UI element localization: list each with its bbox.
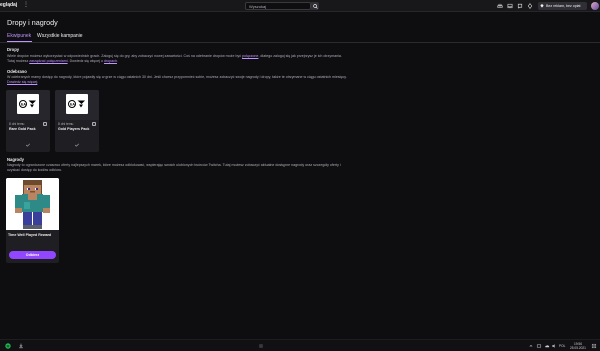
- svg-text:EA: EA: [70, 103, 75, 107]
- search-button[interactable]: [311, 2, 319, 10]
- ea-fifa-logo-icon: EA: [68, 100, 85, 108]
- checkmark-icon: [74, 143, 80, 147]
- received-description: W odebranych mamy dostęp do nagrody, któ…: [7, 75, 347, 85]
- minecraft-skin-image: [6, 178, 59, 230]
- reward-card: Time Well Played Reward Odbierz: [6, 178, 59, 263]
- language-indicator[interactable]: POL: [559, 344, 565, 348]
- system-clock[interactable]: 19:56 25.05.2021: [570, 342, 586, 350]
- drops-description: Wiele dropów możesz wykorzystać w odpowi…: [7, 54, 342, 64]
- drop-thumbnail: EA: [55, 90, 99, 120]
- drops-info-link[interactable]: dropach: [104, 59, 117, 63]
- game-logo: EA: [66, 94, 88, 114]
- notifications-icon[interactable]: [591, 343, 597, 349]
- rewards-section-title: Nagrody: [7, 157, 24, 162]
- clock-date: 25.05.2021: [570, 345, 586, 350]
- user-avatar[interactable]: [591, 2, 599, 10]
- rewards-description: Nagrody to ograniczone czasowo oferty na…: [7, 163, 341, 173]
- connected-link[interactable]: połączone: [242, 54, 258, 58]
- info-icon[interactable]: i: [92, 122, 96, 126]
- svg-text:EA: EA: [21, 103, 26, 107]
- drops-section-title: Dropy: [7, 47, 20, 52]
- browse-link[interactable]: eglądaj: [0, 2, 17, 8]
- ea-fifa-logo-icon: EA: [19, 100, 36, 108]
- manage-connections-link[interactable]: zarządzać połączeniami: [29, 59, 67, 63]
- more-menu-icon[interactable]: ⋮: [23, 1, 29, 8]
- checkmark-icon: [25, 143, 31, 147]
- drop-received-time: 8 dni temu: [58, 122, 74, 126]
- tab-inventory[interactable]: Ekwipunek: [7, 33, 31, 39]
- learn-more-link[interactable]: Dowiedz się więcej: [7, 80, 37, 84]
- info-icon[interactable]: i: [43, 122, 47, 126]
- prime-crown-icon[interactable]: [497, 3, 503, 9]
- turbo-label: Bez reklam, bez opłat: [546, 3, 581, 8]
- spotify-icon[interactable]: [5, 343, 11, 349]
- claim-button[interactable]: Odbierz: [9, 251, 56, 259]
- page-title: Dropy i nagrody: [7, 18, 58, 27]
- drop-name: Gold Players Pack: [58, 127, 90, 131]
- bits-icon[interactable]: [527, 3, 533, 9]
- drop-card: EA 8 dni temu i Rare Gold Pack: [6, 90, 50, 152]
- app-icon[interactable]: [258, 343, 264, 349]
- onedrive-icon[interactable]: [544, 343, 550, 349]
- top-navigation-bar: eglądaj ⋮ Wyszukaj Bez reklam, bez opłat: [0, 0, 600, 12]
- tabs-divider: [0, 42, 600, 43]
- drop-thumbnail: EA: [6, 90, 50, 120]
- network-icon[interactable]: [536, 343, 542, 349]
- volume-icon[interactable]: [551, 343, 557, 349]
- whispers-icon[interactable]: [517, 3, 523, 9]
- game-logo: EA: [17, 94, 39, 114]
- search-icon: [312, 3, 318, 9]
- windows-taskbar: POL 19:56 25.05.2021: [0, 339, 600, 351]
- drop-name: Rare Gold Pack: [9, 127, 36, 131]
- received-section-title: Odebrano: [7, 69, 27, 74]
- turbo-button[interactable]: Bez reklam, bez opłat: [538, 2, 587, 10]
- tab-all-campaigns[interactable]: Wszystkie kampanie: [37, 33, 83, 39]
- download-icon[interactable]: [18, 343, 24, 349]
- drop-card: EA 8 dni temu i Gold Players Pack: [55, 90, 99, 152]
- search-input[interactable]: Wyszukaj: [245, 2, 311, 10]
- reward-name: Time Well Played Reward: [8, 233, 52, 237]
- inbox-icon[interactable]: [507, 3, 513, 9]
- turbo-gem-icon: [540, 4, 544, 8]
- tray-up-arrow-icon[interactable]: [528, 343, 534, 349]
- drop-received-time: 8 dni temu: [9, 122, 25, 126]
